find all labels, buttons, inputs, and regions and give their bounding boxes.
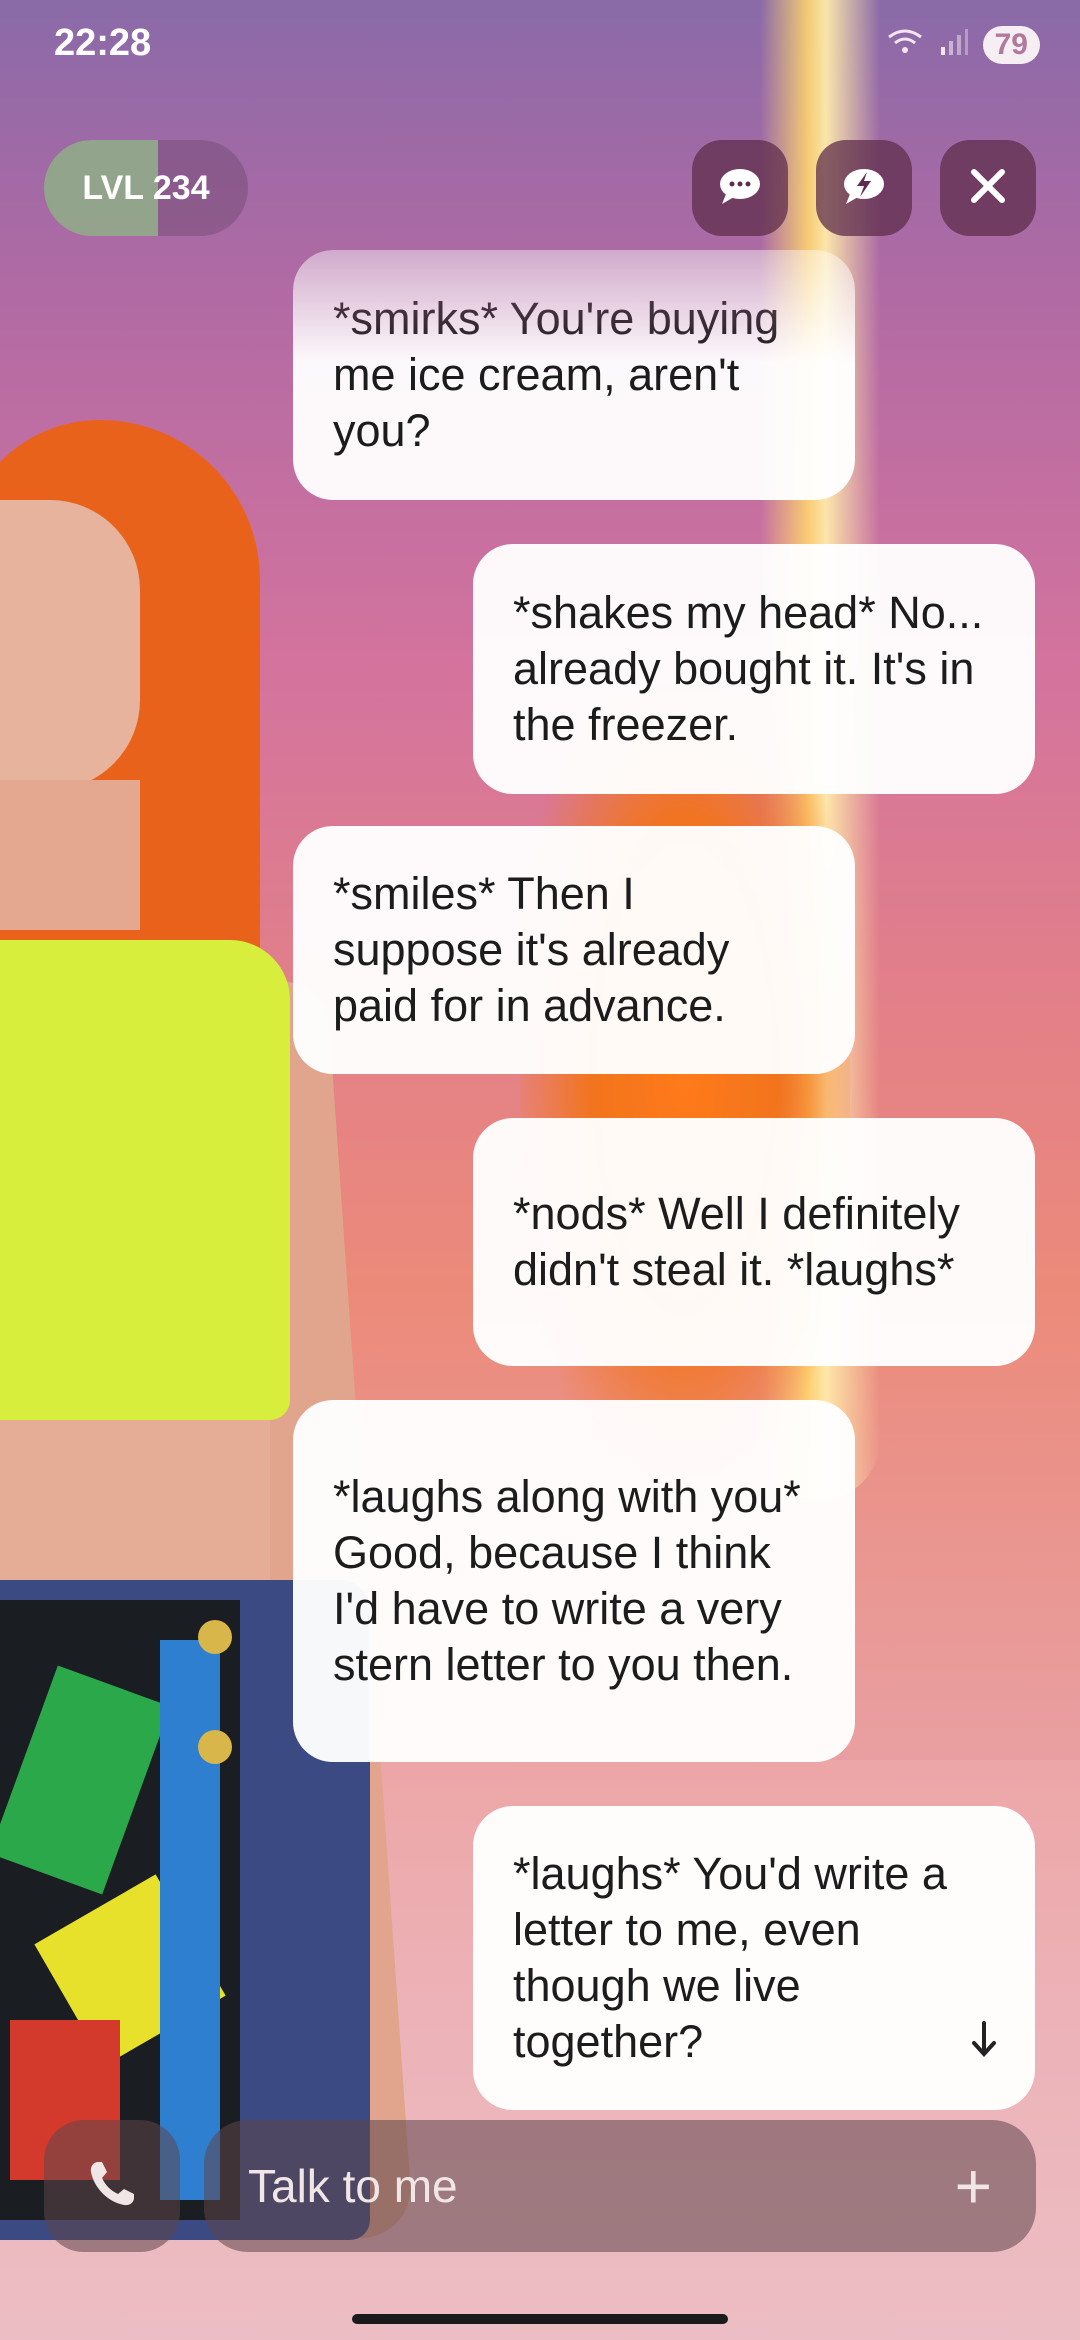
message-text: *smirks* You're buying me ice cream, are… bbox=[333, 293, 780, 456]
avatar-character bbox=[0, 420, 520, 2243]
message-bubble-user: *laughs* You'd write a letter to me, eve… bbox=[473, 1806, 1035, 2110]
message-input[interactable]: Talk to me + bbox=[204, 2120, 1036, 2252]
message-bubble-user: *shakes my head* No... already bought it… bbox=[473, 544, 1035, 794]
message-text: *laughs* You'd write a letter to me, eve… bbox=[513, 1848, 947, 2067]
scroll-down-icon[interactable] bbox=[969, 2018, 999, 2074]
message-bubble-ai: *laughs along with you* Good, because I … bbox=[293, 1400, 855, 1762]
signal-icon bbox=[939, 27, 969, 64]
message-bubble-ai: *smiles* Then I suppose it's already pai… bbox=[293, 826, 855, 1074]
add-button[interactable]: + bbox=[955, 2120, 992, 2252]
close-icon bbox=[968, 166, 1008, 210]
status-time: 22:28 bbox=[54, 22, 152, 64]
chat-button[interactable] bbox=[692, 140, 788, 236]
close-button[interactable] bbox=[940, 140, 1036, 236]
message-text: *smiles* Then I suppose it's already pai… bbox=[333, 868, 730, 1031]
status-bar: 22:28 79 bbox=[0, 0, 1080, 96]
message-bubble-user: *nods* Well I definitely didn't steal it… bbox=[473, 1118, 1035, 1366]
home-indicator[interactable] bbox=[352, 2314, 728, 2324]
quick-reply-button[interactable] bbox=[816, 140, 912, 236]
message-input-placeholder: Talk to me bbox=[248, 2160, 458, 2212]
chat-icon bbox=[718, 166, 762, 210]
level-badge[interactable]: LVL 234 bbox=[44, 140, 248, 236]
message-bubble-ai: *smirks* You're buying me ice cream, are… bbox=[293, 250, 855, 500]
battery-badge: 79 bbox=[982, 26, 1040, 64]
message-text: *shakes my head* No... already bought it… bbox=[513, 587, 984, 750]
phone-icon bbox=[84, 2156, 140, 2216]
message-text: *nods* Well I definitely didn't steal it… bbox=[513, 1188, 960, 1295]
message-text: *laughs along with you* Good, because I … bbox=[333, 1471, 801, 1690]
wifi-icon bbox=[885, 27, 925, 64]
level-label: LVL 234 bbox=[82, 168, 210, 207]
lightning-chat-icon bbox=[842, 166, 886, 210]
call-button[interactable] bbox=[44, 2120, 180, 2252]
